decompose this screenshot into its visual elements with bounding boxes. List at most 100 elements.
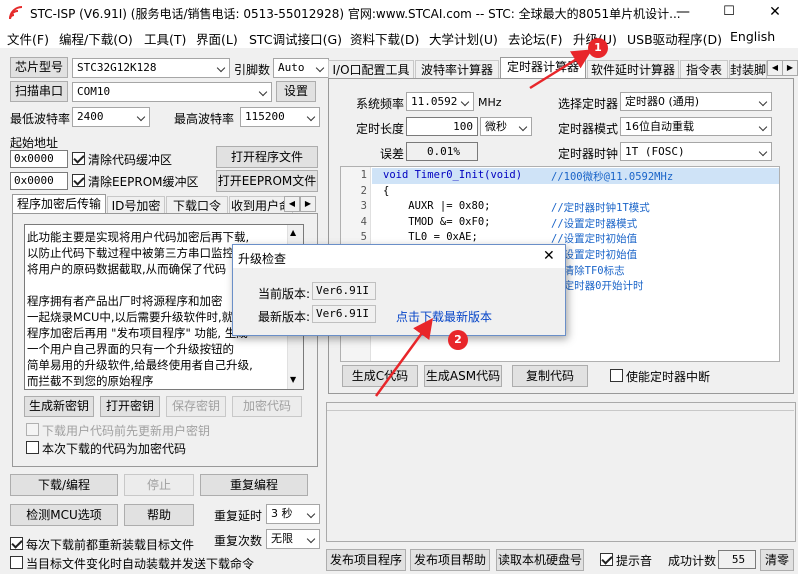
tab-io-config[interactable]: I/O口配置工具 [328, 60, 414, 78]
dialog-close-icon[interactable]: ✕ [543, 248, 555, 264]
open-program-button[interactable]: 打开程序文件 [216, 146, 318, 168]
eeprom-address-input[interactable]: 0x0000 [10, 172, 68, 190]
open-eeprom-button[interactable]: 打开EEPROM文件 [216, 170, 318, 192]
dialog-title: 升级检查 [238, 252, 287, 266]
timer-mode-select[interactable]: 16位自动重载 [620, 117, 772, 136]
timer-clock-select[interactable]: 1T (FOSC) [620, 142, 772, 161]
timer-unit-select[interactable]: 微秒 [480, 117, 532, 136]
check-mcu-button[interactable]: 检测MCU选项 [10, 504, 118, 526]
minimize-icon[interactable]: — [660, 0, 706, 26]
line-number: 1 [360, 169, 367, 181]
menu-forum[interactable]: 去论坛(F) [508, 29, 562, 48]
generate-key-button[interactable]: 生成新密钥 [24, 396, 94, 417]
max-baud-label: 最高波特率 [174, 112, 235, 126]
enable-interrupt-checkbox[interactable] [610, 369, 623, 382]
pin-count-select[interactable]: Auto [273, 58, 329, 78]
copy-code-button[interactable]: 复制代码 [512, 365, 588, 387]
timer-length-input[interactable]: 100 [406, 117, 478, 136]
beep-checkbox[interactable] [600, 553, 613, 566]
menu-usb-driver[interactable]: USB驱动程序(D) [627, 29, 722, 48]
repeat-program-button[interactable]: 重复编程 [200, 474, 308, 496]
menu-file[interactable]: 文件(F) [7, 29, 49, 48]
description-line: 而拦截不到您的原始程序 [27, 374, 154, 388]
code-line: 4 TMOD &= 0xF0; //设置定时器模式 [341, 215, 779, 232]
code-text: { [383, 184, 390, 197]
menu-english[interactable]: English [730, 29, 775, 44]
encrypt-code-button[interactable]: 加密代码 [232, 396, 302, 417]
system-frequency-select[interactable]: 11.0592 [406, 92, 474, 111]
stop-button[interactable]: 停止 [124, 474, 194, 496]
chip-model-select[interactable]: STC32G12K128 [72, 58, 230, 78]
max-baud-select[interactable]: 115200 [240, 107, 320, 127]
output-log[interactable] [326, 402, 796, 542]
tab-timer-calculator[interactable]: 定时器计算器 [500, 57, 586, 78]
tab-delay-calculator[interactable]: 软件延时计算器 [587, 60, 679, 78]
repeat-count-select[interactable]: 无限 [266, 529, 320, 549]
clear-code-checkbox[interactable] [72, 152, 85, 165]
current-version-value: Ver6.91I [312, 282, 376, 300]
download-latest-link[interactable]: 点击下载最新版本 [396, 308, 492, 325]
encrypted-download-label: 本次下载的代码为加密代码 [42, 442, 187, 456]
update-key-checkbox[interactable] [26, 423, 39, 436]
generate-asm-button[interactable]: 生成ASM代码 [424, 365, 502, 387]
settings-button[interactable]: 设置 [276, 81, 316, 102]
auto-load-checkbox[interactable] [10, 556, 23, 569]
window-title: STC-ISP (V6.91I) (服务电话/销售电话: 0513-550129… [30, 7, 681, 21]
chip-model-button[interactable]: 芯片型号 [10, 57, 68, 78]
annotation-badge-2: 2 [448, 330, 468, 350]
select-timer-label: 选择定时器 [558, 97, 619, 111]
menu-docs[interactable]: 资料下载(D) [350, 29, 419, 48]
right-tab-scroll-right-icon[interactable]: ▶ [782, 60, 798, 76]
line-number: 3 [360, 200, 367, 213]
maximize-icon[interactable]: ☐ [706, 0, 752, 26]
scan-port-button[interactable]: 扫描串口 [10, 81, 68, 102]
code-text: TMOD &= 0xF0; [383, 215, 491, 228]
help-button[interactable]: 帮助 [124, 504, 194, 526]
update-key-label: 下载用户代码前先更新用户密钥 [42, 424, 211, 438]
repeat-delay-label: 重复延时 [214, 509, 263, 523]
save-key-button[interactable]: 保存密钥 [166, 396, 226, 417]
line-number: 2 [360, 184, 367, 197]
tab-scroll-right-icon[interactable]: ▶ [300, 196, 316, 212]
enable-interrupt-label: 使能定时器中断 [626, 370, 711, 384]
close-icon[interactable]: ✕ [752, 0, 798, 26]
auto-load-label: 当目标文件变化时自动装载并发送下载命令 [26, 557, 255, 571]
menu-university[interactable]: 大学计划(U) [429, 29, 498, 48]
code-line: 3 AUXR |= 0x80; //定时器时钟1T模式 [341, 200, 779, 216]
clear-eeprom-checkbox[interactable] [72, 174, 85, 187]
read-disk-id-button[interactable]: 读取本机硬盘号 [496, 549, 584, 571]
clear-eeprom-label: 清除EEPROM缓冲区 [88, 175, 199, 189]
select-timer-select[interactable]: 定时器0 (通用) [620, 92, 772, 111]
scroll-up-icon[interactable]: ▲ [290, 228, 296, 237]
program-address-input[interactable]: 0x0000 [10, 150, 68, 168]
log-divider [327, 410, 794, 414]
menu-interface[interactable]: 界面(L) [196, 29, 238, 48]
download-program-button[interactable]: 下载/编程 [10, 474, 118, 496]
clear-count-button[interactable]: 清零 [760, 549, 794, 571]
menu-debug[interactable]: STC调试接口(G) [249, 29, 342, 48]
tab-scroll-left-icon[interactable]: ◀ [284, 196, 300, 212]
tab-encrypt-transfer[interactable]: 程序加密后传输 [12, 194, 106, 214]
tab-download-password[interactable]: 下载口令 [166, 196, 228, 214]
publish-project-button[interactable]: 发布项目程序 [326, 549, 406, 571]
code-line: 1 void Timer0_Init(void) //100微秒@11.0592MH… [341, 169, 779, 185]
min-baud-label: 最低波特率 [10, 112, 71, 126]
port-select[interactable]: COM10 [72, 82, 272, 102]
description-line: 简单易用的升级软件,给最终使用者自己升级, [27, 358, 253, 372]
tab-id-encrypt[interactable]: ID号加密 [107, 196, 165, 214]
min-baud-select[interactable]: 2400 [72, 107, 150, 127]
scroll-down-icon[interactable]: ▼ [290, 375, 296, 384]
tab-package-pins[interactable]: 封装脚 [729, 60, 767, 78]
tab-baud-calculator[interactable]: 波特率计算器 [415, 60, 499, 78]
reload-file-checkbox[interactable] [10, 537, 23, 550]
generate-c-button[interactable]: 生成C代码 [342, 365, 418, 387]
tab-instruction-table[interactable]: 指令表 [680, 60, 728, 78]
repeat-delay-select[interactable]: 3 秒 [266, 504, 320, 524]
encrypted-download-checkbox[interactable] [26, 441, 39, 454]
menu-tools[interactable]: 工具(T) [144, 29, 186, 48]
publish-help-button[interactable]: 发布项目帮助 [410, 549, 490, 571]
code-line: 2{ [341, 184, 779, 201]
open-key-button[interactable]: 打开密钥 [100, 396, 160, 417]
menu-program[interactable]: 编程/下载(O) [59, 29, 133, 48]
right-tab-scroll-left-icon[interactable]: ◀ [767, 60, 783, 76]
